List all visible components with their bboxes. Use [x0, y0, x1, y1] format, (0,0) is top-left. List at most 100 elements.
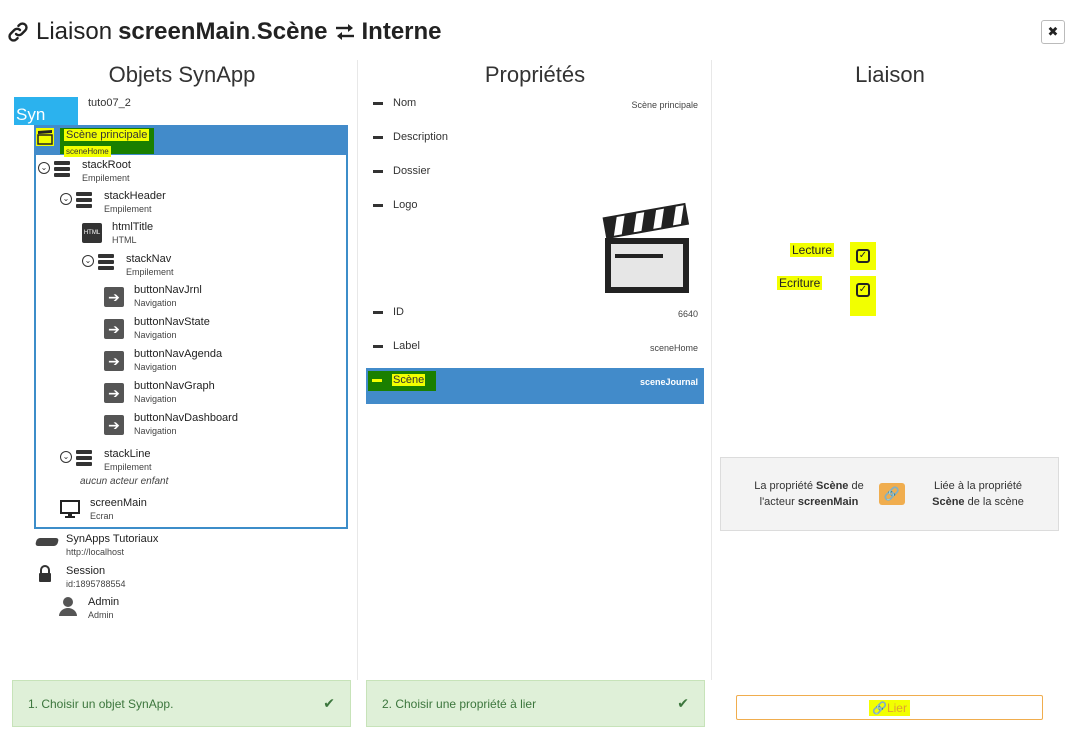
binding-target: Liée à la propriété Scène de la scène — [917, 478, 1039, 510]
title-actor: screenMain — [118, 18, 251, 45]
synapps-logo: Syn — [14, 97, 78, 125]
arrow-right-icon: ➔ — [104, 415, 124, 435]
tree-node[interactable]: buttonNavGraph Navigation — [134, 380, 215, 405]
dash-icon — [372, 378, 382, 382]
check-icon: ✔ — [677, 695, 689, 711]
prop-value: sceneJournal — [639, 377, 698, 387]
collapse-toggle-icon[interactable]: ⌄ — [60, 451, 72, 463]
title-target: Interne — [361, 18, 442, 45]
clapperboard-icon — [600, 202, 692, 301]
node-type: http://localhost — [66, 547, 125, 557]
tree-node[interactable]: buttonNavAgenda Navigation — [134, 348, 222, 373]
node-label: stackNav — [126, 253, 172, 265]
tree-node[interactable]: buttonNavDashboard Navigation — [134, 412, 238, 437]
prop-row[interactable]: Nom — [373, 97, 416, 109]
read-label: Lecture — [790, 243, 835, 257]
node-label: htmlTitle — [112, 221, 154, 233]
tree-root-label[interactable]: tuto07_2 — [88, 97, 131, 109]
selected-node-sub: sceneHome — [64, 146, 111, 157]
dialog-title: Liaison screenMain. Scène Interne — [6, 18, 442, 46]
check-icon: ✔ — [323, 695, 335, 711]
prop-value: 6640 — [677, 309, 698, 319]
link-icon: 🔗 — [872, 700, 887, 715]
app-node[interactable]: SynApps Tutoriaux http://localhost — [66, 533, 158, 558]
node-type: Navigation — [134, 426, 177, 436]
highlight-mark — [850, 304, 876, 316]
checkbox-checked-icon: ✓ — [856, 249, 870, 263]
tree-node[interactable]: screenMain Ecran — [90, 497, 147, 522]
node-type: Navigation — [134, 394, 177, 404]
info-bold: Scène — [816, 480, 849, 492]
step-1-label: 1. Choisir un objet SynApp. — [28, 696, 174, 711]
node-type: Empilement — [82, 173, 130, 183]
user-icon — [58, 596, 78, 621]
selected-node[interactable]: Scène principale sceneHome — [64, 129, 150, 159]
prop-row[interactable]: ID — [373, 306, 404, 318]
node-label: screenMain — [90, 497, 147, 509]
liaison-heading: Liaison — [855, 62, 925, 87]
column-divider — [357, 60, 358, 680]
title-property: Scène — [256, 18, 328, 45]
empty-child-note: aucun acteur enfant — [80, 476, 169, 487]
tree-node[interactable]: stackNav Empilement — [126, 253, 174, 278]
monitor-icon — [60, 500, 80, 518]
checkbox-checked-icon: ✓ — [856, 283, 870, 297]
write-checkbox[interactable]: ✓ — [850, 276, 876, 304]
tree-node[interactable]: stackRoot Empilement — [82, 159, 131, 184]
collapse-toggle-icon[interactable]: ⌄ — [38, 162, 50, 174]
properties-heading: Propriétés — [484, 62, 586, 87]
prop-name: Description — [393, 131, 449, 143]
user-node[interactable]: Admin Admin — [88, 596, 119, 621]
pen-icon — [34, 538, 60, 546]
arrow-right-icon: ➔ — [104, 287, 124, 307]
lock-icon — [38, 565, 52, 588]
node-label: stackLine — [104, 448, 151, 460]
link-button[interactable]: 🔗Lier — [736, 695, 1043, 720]
prop-row[interactable]: Logo — [373, 199, 417, 211]
node-type: Navigation — [134, 298, 177, 308]
link-icon — [8, 22, 28, 42]
link-icon: 🔗 — [879, 483, 905, 505]
tree-node[interactable]: stackHeader Empilement — [104, 190, 166, 215]
tree-node[interactable]: buttonNavJrnl Navigation — [134, 284, 202, 309]
link-button-content: 🔗Lier — [869, 699, 910, 716]
link-button-label: Lier — [886, 700, 907, 715]
node-label: buttonNavJrnl — [134, 284, 202, 296]
html-icon: HTML — [82, 223, 102, 243]
tree-node[interactable]: buttonNavState Navigation — [134, 316, 210, 341]
collapse-toggle-icon[interactable]: ⌄ — [82, 255, 94, 267]
dash-icon — [373, 135, 383, 139]
info-bold: Scène — [932, 496, 965, 508]
node-label: buttonNavDashboard — [134, 412, 238, 424]
title-prefix: Liaison — [36, 18, 113, 45]
dash-icon — [373, 101, 383, 105]
info-text: l'acteur — [759, 496, 795, 508]
prop-value: Scène principale — [631, 100, 698, 110]
tree-node[interactable]: htmlTitle HTML — [112, 221, 153, 246]
node-label: Admin — [88, 596, 120, 608]
stack-icon — [76, 450, 92, 470]
write-label: Ecriture — [777, 276, 823, 290]
close-icon: ✖ — [1047, 24, 1059, 39]
node-type: Ecran — [90, 511, 114, 521]
node-type: Empilement — [126, 267, 174, 277]
prop-row[interactable]: Label — [373, 340, 420, 352]
tree-node[interactable]: stackLine Empilement — [104, 448, 152, 473]
node-type: Empilement — [104, 462, 152, 472]
dash-icon — [373, 169, 383, 173]
close-button[interactable]: ✖ — [1041, 20, 1065, 44]
node-label: buttonNavAgenda — [134, 348, 223, 360]
collapse-toggle-icon[interactable]: ⌄ — [60, 193, 72, 205]
info-text: de la scène — [967, 496, 1024, 508]
prop-row[interactable]: Dossier — [373, 165, 430, 177]
prop-row-selected[interactable]: Scène — [372, 374, 426, 386]
prop-row[interactable]: Description — [373, 131, 448, 143]
objects-heading: Objets SynApp — [108, 62, 256, 87]
arrow-right-icon: ➔ — [104, 383, 124, 403]
node-type: id:1895788554 — [66, 579, 126, 589]
selected-node-label: Scène principale — [64, 129, 150, 141]
node-type: Admin — [88, 610, 114, 620]
read-checkbox[interactable]: ✓ — [850, 242, 876, 270]
session-node[interactable]: Session id:1895788554 — [66, 565, 126, 590]
prop-name: Logo — [393, 199, 418, 211]
